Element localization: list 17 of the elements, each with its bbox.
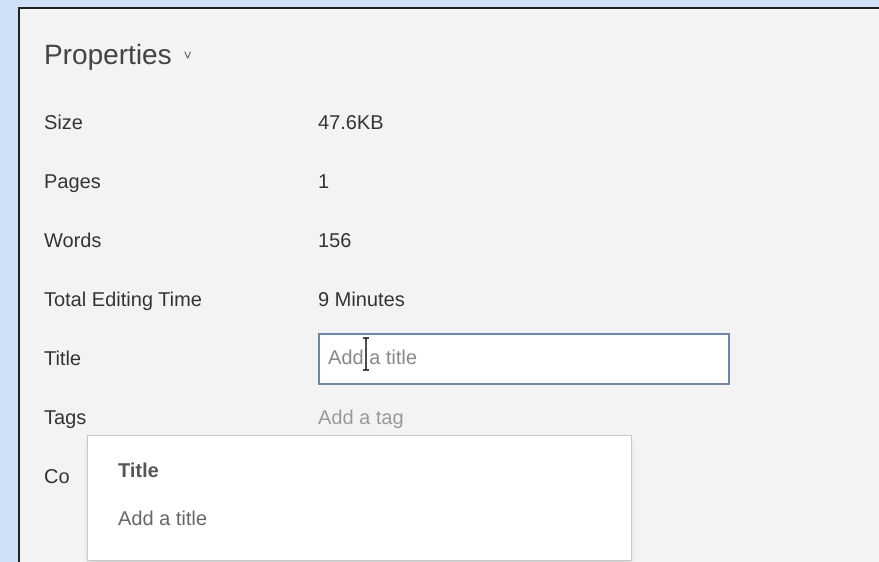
text-cursor-icon [362,336,370,370]
property-label: Total Editing Time [44,288,202,312]
property-label: Pages [44,170,101,194]
property-value: 156 [318,228,352,254]
property-value: 1 [318,170,330,194]
title-input-field[interactable]: Add a title [318,332,730,384]
property-label: Title [44,346,82,372]
property-label: Size [44,110,83,136]
tooltip-text: Add a title [118,507,208,532]
caret-icon[interactable]: ˅ [184,44,192,66]
property-label: Co [44,464,70,490]
panel-heading: Properties [44,38,172,72]
property-label: Tags [44,406,86,430]
property-value: 47.6KB [318,110,384,136]
property-label: Words [44,228,102,254]
tooltip-title: Title [118,459,160,484]
property-value: 9 Minutes [318,288,405,312]
